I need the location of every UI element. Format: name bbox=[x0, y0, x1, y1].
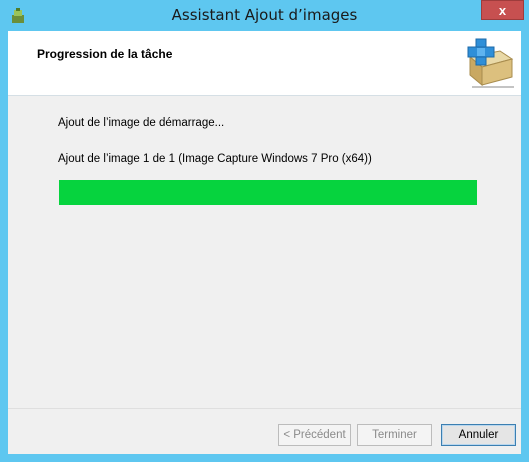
status-line-image-progress: Ajout de l’image 1 de 1 (Image Capture W… bbox=[58, 153, 372, 165]
page-title: Progression de la tâche bbox=[37, 47, 173, 61]
progress-fill bbox=[59, 180, 477, 205]
progress-bar bbox=[59, 180, 477, 205]
title-bar[interactable]: Assistant Ajout d’images x bbox=[0, 0, 529, 31]
window-title: Assistant Ajout d’images bbox=[171, 6, 358, 24]
close-button[interactable]: x bbox=[481, 0, 524, 20]
add-image-box-icon bbox=[467, 38, 514, 88]
cancel-button[interactable]: Annuler bbox=[441, 424, 516, 446]
footer-divider bbox=[8, 408, 521, 409]
wizard-body: Progression de la tâche Ajout de l’image… bbox=[8, 31, 521, 454]
wizard-header: Progression de la tâche bbox=[8, 31, 521, 96]
wizard-window: Assistant Ajout d’images x Progression d… bbox=[0, 0, 529, 462]
status-line-boot-image: Ajout de l’image de démarrage... bbox=[58, 117, 225, 129]
finish-button[interactable]: Terminer bbox=[357, 424, 432, 446]
previous-button[interactable]: < Précédent bbox=[278, 424, 351, 446]
